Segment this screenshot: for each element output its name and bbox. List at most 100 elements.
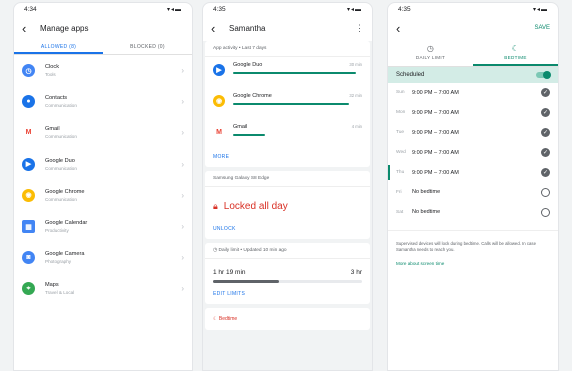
app-category: Communication bbox=[45, 196, 77, 202]
scheduled-toggle[interactable] bbox=[536, 70, 551, 79]
app-row[interactable]: ◙ Google Camera Photography › bbox=[14, 242, 192, 273]
screen-time-link[interactable]: More about screen time bbox=[388, 257, 558, 270]
day-time: 9:00 PM – 7:00 AM bbox=[412, 169, 459, 176]
chevron-right-icon: › bbox=[181, 284, 184, 294]
bedtime-settings-screen: 4:35 ▾◂▬ ‹ SAVE ◷ DAILY LIMIT ☾ BEDTIME … bbox=[387, 2, 559, 371]
usage-app-name: Gmail bbox=[233, 124, 248, 130]
app-row[interactable]: ▦ Google Calendar Productivity › bbox=[14, 211, 192, 242]
tab-blocked[interactable]: BLOCKED (0) bbox=[103, 41, 192, 54]
gmail-icon: M bbox=[216, 128, 222, 136]
app-text: Contacts Communication bbox=[45, 95, 181, 108]
chevron-right-icon: › bbox=[181, 66, 184, 76]
tab-bedtime[interactable]: ☾ BEDTIME bbox=[473, 41, 558, 66]
app-text: Maps Travel & Local bbox=[45, 282, 181, 295]
usage-row[interactable]: ▶ Google Duo 30 min bbox=[205, 57, 370, 88]
checked-circle-icon[interactable]: ✓ bbox=[541, 148, 550, 158]
usage-info: Gmail 4 min bbox=[233, 124, 362, 136]
app-activity-card: App activity • Last 7 days ▶ Google Duo 30… bbox=[205, 41, 370, 167]
device-card: Samsung Galaxy S8 Edge 🔒︎ Locked all day… bbox=[205, 171, 370, 239]
manage-apps-screen: 4:34 ▾◂▬ ‹ Manage apps ALLOWED (8) BLOCK… bbox=[13, 2, 193, 371]
checked-circle-icon[interactable]: ✓ bbox=[541, 108, 550, 118]
limit-time: 3 hr bbox=[350, 269, 362, 276]
bedtime-label: Bedtime bbox=[218, 316, 238, 322]
day-name: Wed bbox=[396, 150, 406, 156]
day-row[interactable]: Thu 9:00 PM – 7:00 AM ✓ bbox=[388, 163, 558, 183]
locked-text: Locked all day bbox=[223, 201, 288, 212]
app-row[interactable]: ⌖ Maps Travel & Local › bbox=[14, 273, 192, 304]
usage-row[interactable]: ◉ Google Chrome 32 min bbox=[205, 88, 370, 119]
day-name: Thu bbox=[396, 170, 405, 175]
day-row[interactable]: Sat No bedtime bbox=[388, 202, 558, 222]
app-category: Travel & Local bbox=[45, 290, 75, 296]
chevron-right-icon: › bbox=[181, 253, 184, 263]
checked-circle-icon[interactable]: ✓ bbox=[541, 168, 550, 177]
app-category: Productivity bbox=[45, 228, 69, 234]
tab-daily-limit-label: DAILY LIMIT bbox=[415, 55, 446, 60]
app-text: Google Chrome Communication bbox=[45, 189, 181, 202]
day-time: 9:00 PM – 7:00 AM bbox=[412, 109, 459, 116]
daily-limit-values: 1 hr 19 min 3 hr bbox=[205, 259, 370, 280]
page-title: Manage apps bbox=[40, 23, 89, 33]
checked-circle-icon[interactable]: ✓ bbox=[541, 128, 550, 138]
day-name: Tue bbox=[396, 130, 405, 136]
day-row[interactable]: Wed 9:00 PM – 7:00 AM ✓ bbox=[388, 143, 558, 163]
chrome-icon: ◉ bbox=[22, 188, 35, 202]
apps-tabs: ALLOWED (8) BLOCKED (0) bbox=[14, 41, 192, 55]
back-arrow-icon[interactable]: ‹ bbox=[211, 21, 229, 36]
child-profile-screen: 4:35 ▾◂▬ ‹ Samantha ⋮ App activity • Las… bbox=[202, 2, 373, 371]
usage-app-name: Google Duo bbox=[233, 62, 263, 68]
activity-header: App activity • Last 7 days bbox=[205, 41, 370, 57]
usage-time: 30 min bbox=[349, 62, 362, 67]
checked-circle-icon[interactable]: ✓ bbox=[541, 88, 550, 98]
day-row[interactable]: Tue 9:00 PM – 7:00 AM ✓ bbox=[388, 123, 558, 143]
scheduled-row: Scheduled bbox=[388, 67, 558, 83]
day-row[interactable]: Sun 9:00 PM – 7:00 AM ✓ bbox=[388, 83, 558, 103]
app-list: ◷ Clock Tools › ● Contacts Communication › M Gmai… bbox=[14, 55, 192, 305]
bedtime-row: ☾ Bedtime bbox=[205, 308, 370, 330]
more-button[interactable]: MORE bbox=[205, 150, 370, 167]
chevron-right-icon: › bbox=[181, 190, 184, 200]
moon-icon: ☾ bbox=[511, 44, 520, 53]
back-arrow-icon[interactable]: ‹ bbox=[22, 21, 40, 36]
app-text: Clock Tools bbox=[45, 64, 181, 77]
usage-name-row: Gmail 4 min bbox=[233, 124, 362, 130]
usage-bar bbox=[233, 103, 350, 105]
usage-info: Google Chrome 32 min bbox=[233, 93, 362, 105]
clock-icon: ◷ bbox=[22, 64, 35, 78]
status-indicators: ▾◂▬ bbox=[166, 6, 182, 13]
gmail-icon: M bbox=[25, 129, 32, 137]
app-category: Communication bbox=[45, 103, 77, 109]
usage-info: Google Duo 30 min bbox=[233, 62, 362, 74]
status-time: 4:35 bbox=[213, 5, 226, 13]
edit-limits-button[interactable]: EDIT LIMITS bbox=[205, 283, 370, 304]
day-time: 9:00 PM – 7:00 AM bbox=[412, 129, 459, 136]
bedtime-note: Supervised devices will lock during bedt… bbox=[388, 230, 558, 257]
app-row[interactable]: M Gmail Communication › bbox=[14, 117, 192, 148]
overflow-menu-icon[interactable]: ⋮ bbox=[355, 23, 364, 34]
usage-row[interactable]: M Gmail 4 min bbox=[205, 119, 370, 150]
chevron-right-icon: › bbox=[181, 128, 184, 138]
usage-bar bbox=[233, 72, 356, 74]
duo-icon: ▶ bbox=[22, 157, 35, 171]
usage-bar bbox=[233, 134, 266, 136]
device-name: Samsung Galaxy S8 Edge bbox=[205, 171, 370, 187]
unchecked-circle-icon[interactable] bbox=[541, 207, 550, 217]
app-name: Contacts bbox=[45, 95, 68, 102]
app-bar: ‹ Manage apps bbox=[14, 15, 192, 41]
status-indicators: ▾◂▬ bbox=[532, 6, 548, 13]
usage-time: 4 min bbox=[351, 124, 362, 129]
app-row[interactable]: ◷ Clock Tools › bbox=[14, 55, 192, 86]
tab-allowed[interactable]: ALLOWED (8) bbox=[14, 41, 103, 54]
bedtime-card[interactable]: ☾ Bedtime bbox=[205, 308, 370, 330]
app-row[interactable]: ● Contacts Communication › bbox=[14, 86, 192, 117]
back-arrow-icon[interactable]: ‹ bbox=[396, 21, 414, 36]
app-name: Google Chrome bbox=[45, 188, 85, 195]
app-row[interactable]: ▶ Google Duo Communication › bbox=[14, 149, 192, 180]
tab-daily-limit[interactable]: ◷ DAILY LIMIT bbox=[388, 41, 473, 66]
day-row[interactable]: Mon 9:00 PM – 7:00 AM ✓ bbox=[388, 103, 558, 123]
app-row[interactable]: ◉ Google Chrome Communication › bbox=[14, 180, 192, 211]
save-button[interactable]: SAVE bbox=[534, 25, 550, 31]
unlock-button[interactable]: UNLOCK bbox=[205, 222, 370, 239]
day-row[interactable]: Fri No bedtime bbox=[388, 182, 558, 202]
unchecked-circle-icon[interactable] bbox=[541, 187, 550, 197]
